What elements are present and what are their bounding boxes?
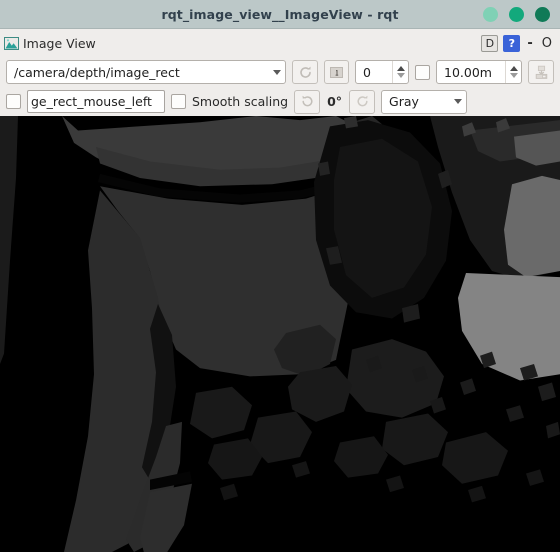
plugin-title-label: Image View <box>23 35 96 51</box>
toolbar-row-options: ge_rect_mouse_left Smooth scaling 0° Gra… <box>0 87 560 116</box>
max-range-spinbox-value: 10.00m <box>444 64 492 80</box>
mouse-topic-input[interactable]: ge_rect_mouse_left <box>27 90 165 113</box>
publish-click-button[interactable] <box>324 60 349 84</box>
plugin-minimize-button[interactable]: - <box>525 35 534 52</box>
image-display-area[interactable] <box>0 116 560 552</box>
toolbar-row-topic: /camera/depth/image_rect 0 10.00m <box>0 57 560 87</box>
close-button[interactable] <box>535 6 550 22</box>
plugin-header: Image View D ? - O <box>0 29 560 57</box>
topic-combobox[interactable]: /camera/depth/image_rect <box>6 60 286 84</box>
plugin-actions: D ? - O <box>481 34 554 52</box>
number-one-icon <box>330 66 343 78</box>
colormap-combobox-value: Gray <box>389 94 419 109</box>
plugin-title-group: Image View <box>4 36 96 51</box>
rotate-left-button[interactable] <box>294 89 321 114</box>
max-range-spinbox-arrows[interactable] <box>505 61 521 83</box>
chevron-up-icon[interactable] <box>396 66 405 71</box>
chevron-up-icon[interactable] <box>509 66 518 71</box>
rotate-right-button[interactable] <box>349 89 376 114</box>
index-spinbox-arrows[interactable] <box>392 61 408 83</box>
rqt-image-view-window: rqt_image_view__ImageView - rqt Image Vi… <box>0 0 560 552</box>
rotate-cw-icon <box>356 95 368 107</box>
save-image-button[interactable] <box>528 60 554 84</box>
dock-button[interactable]: D <box>481 34 499 52</box>
max-range-spinbox[interactable]: 10.00m <box>436 60 522 84</box>
rotation-angle-label: 0° <box>327 94 343 109</box>
max-range-checkbox[interactable] <box>415 64 430 80</box>
window-controls <box>483 6 550 22</box>
window-titlebar: rqt_image_view__ImageView - rqt <box>0 0 560 29</box>
refresh-topics-button[interactable] <box>292 60 318 84</box>
chevron-down-icon[interactable] <box>396 73 405 78</box>
refresh-icon <box>299 66 311 78</box>
smooth-scaling-checkbox[interactable] <box>171 94 186 109</box>
chevron-down-icon <box>454 99 463 104</box>
publish-mouse-checkbox[interactable] <box>6 94 21 109</box>
image-icon <box>4 36 19 50</box>
smooth-scaling-label: Smooth scaling <box>192 94 289 109</box>
window-title: rqt_image_view__ImageView - rqt <box>161 6 399 22</box>
colormap-combobox[interactable]: Gray <box>381 89 468 114</box>
minimize-button[interactable] <box>483 6 498 22</box>
index-spinbox-value: 0 <box>363 64 371 80</box>
rotate-ccw-icon <box>302 95 313 107</box>
topic-combobox-value: /camera/depth/image_rect <box>14 64 180 80</box>
chevron-down-icon <box>273 69 281 75</box>
plugin-close-button[interactable]: O <box>540 35 554 52</box>
maximize-button[interactable] <box>509 6 524 22</box>
help-button[interactable]: ? <box>503 34 521 52</box>
index-spinbox[interactable]: 0 <box>355 60 409 84</box>
depth-image <box>0 116 560 552</box>
chevron-down-icon[interactable] <box>509 73 518 78</box>
save-image-icon <box>535 65 547 79</box>
